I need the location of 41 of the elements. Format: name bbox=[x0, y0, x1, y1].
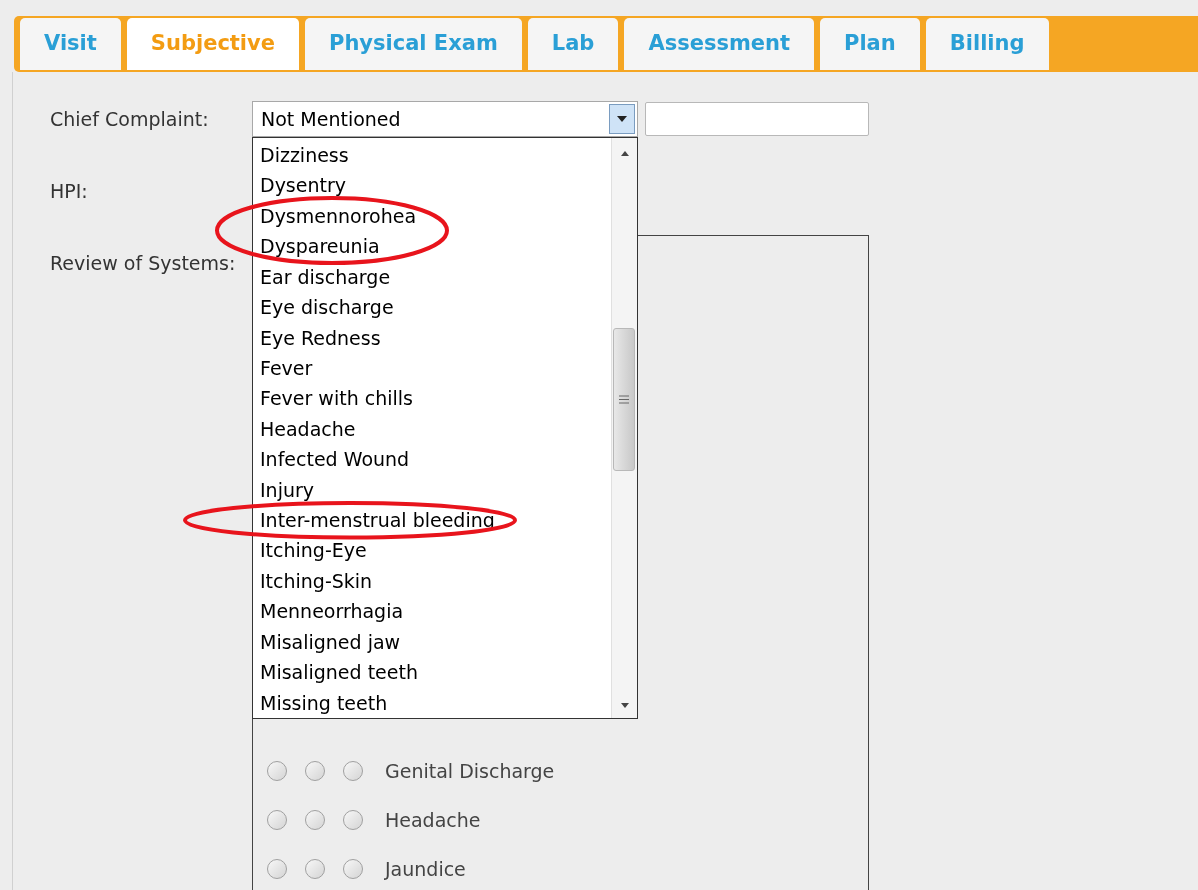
dropdown-option[interactable]: Dizziness bbox=[260, 140, 349, 171]
dropdown-option[interactable]: Itching-Skin bbox=[260, 565, 373, 597]
dropdown-option[interactable]: Dysmennorohea bbox=[260, 200, 417, 232]
radio-button[interactable] bbox=[305, 810, 325, 830]
radio-button[interactable] bbox=[305, 761, 325, 781]
dropdown-option[interactable]: Eye Redness bbox=[260, 322, 381, 353]
dropdown-option[interactable]: Eye discharge bbox=[260, 292, 394, 323]
field-label: HPI: bbox=[50, 179, 88, 204]
dropdown-option[interactable]: Itching-Eye bbox=[260, 535, 367, 566]
dropdown-option[interactable]: Injury bbox=[260, 474, 315, 506]
symptom-label: Genital Discharge bbox=[385, 758, 555, 784]
dropdown-option[interactable]: Misaligned jaw bbox=[260, 626, 401, 658]
dropdown[interactable]: Not Mentioned bbox=[252, 101, 638, 137]
scroll-up-icon[interactable] bbox=[621, 151, 629, 156]
dropdown-option[interactable]: Missing teeth bbox=[260, 687, 388, 718]
grip-icon bbox=[619, 395, 629, 404]
dropdown-option[interactable]: Menneorrhagia bbox=[260, 596, 404, 627]
radio-button[interactable] bbox=[305, 859, 325, 879]
radio-button[interactable] bbox=[343, 810, 363, 830]
symptom-label: Headache bbox=[385, 807, 481, 833]
radio-button[interactable] bbox=[267, 810, 287, 830]
dropdown-option[interactable]: Headache bbox=[260, 413, 356, 445]
radio-button[interactable] bbox=[267, 761, 287, 781]
dropdown-option[interactable]: Misaligned teeth bbox=[260, 657, 418, 688]
dropdown-option[interactable]: Fever with chills bbox=[260, 383, 413, 414]
dropdown-option[interactable]: Fever bbox=[260, 352, 313, 384]
scrollbar-thumb[interactable] bbox=[613, 328, 635, 471]
field-label: Chief Complaint: bbox=[50, 106, 210, 132]
radio-button[interactable] bbox=[267, 859, 287, 879]
symptom-label: Jaundice bbox=[385, 856, 466, 882]
dropdown-option[interactable]: Dysentry bbox=[260, 170, 346, 201]
field-label: Review of Systems: bbox=[50, 250, 237, 276]
scrollbar[interactable] bbox=[611, 138, 637, 718]
scroll-down-icon[interactable] bbox=[621, 703, 629, 708]
dropdown-option[interactable]: Ear discharge bbox=[260, 261, 391, 293]
radio-button[interactable] bbox=[343, 859, 363, 879]
dropdown-option[interactable]: Infected Wound bbox=[260, 444, 410, 475]
radio-button[interactable] bbox=[343, 761, 363, 781]
dropdown-option[interactable]: Inter-menstrual bleeding bbox=[260, 505, 495, 536]
text-input[interactable] bbox=[645, 102, 869, 136]
dropdown-option[interactable]: Dyspareunia bbox=[260, 231, 380, 262]
